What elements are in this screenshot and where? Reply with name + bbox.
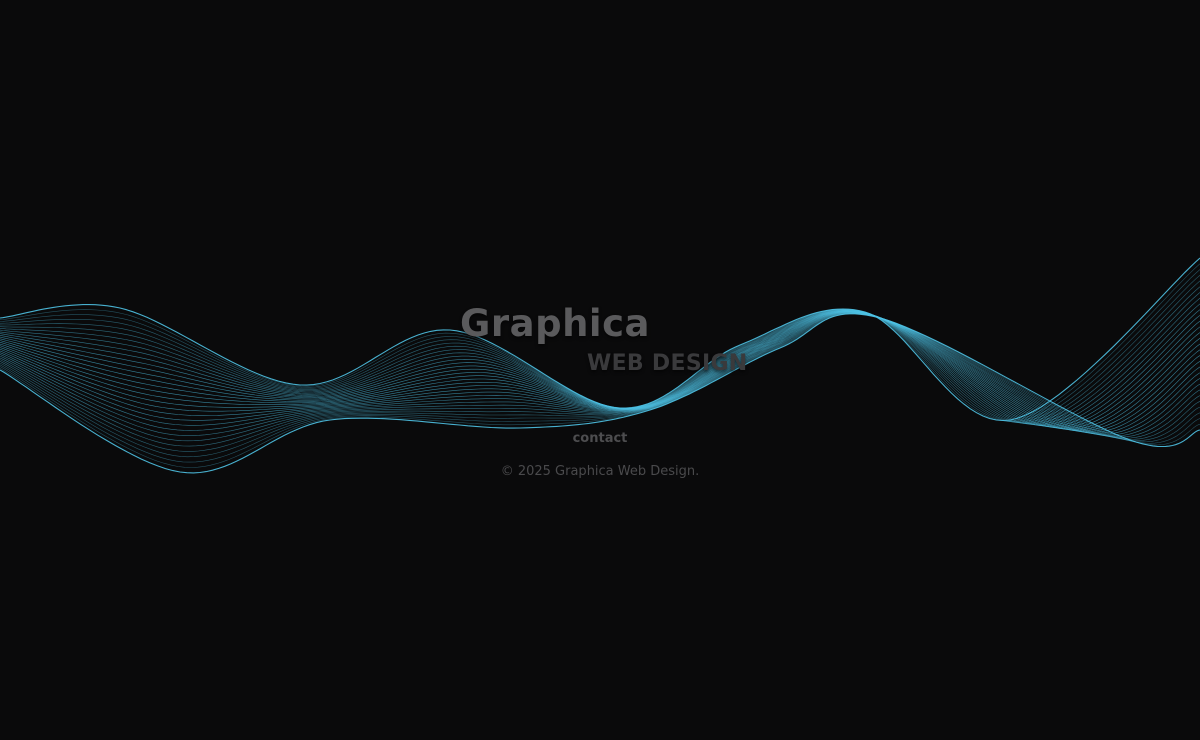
contact-link[interactable]: contact bbox=[0, 431, 1200, 446]
copyright-text: © 2025 Graphica Web Design. bbox=[500, 464, 700, 479]
page-canvas: Graphica WEB DESIGN contact © 2025 Graph… bbox=[0, 0, 1200, 740]
brand-tagline: WEB DESIGN bbox=[587, 351, 748, 376]
brand-name: Graphica bbox=[460, 302, 650, 345]
wave-line bbox=[0, 274, 1200, 423]
